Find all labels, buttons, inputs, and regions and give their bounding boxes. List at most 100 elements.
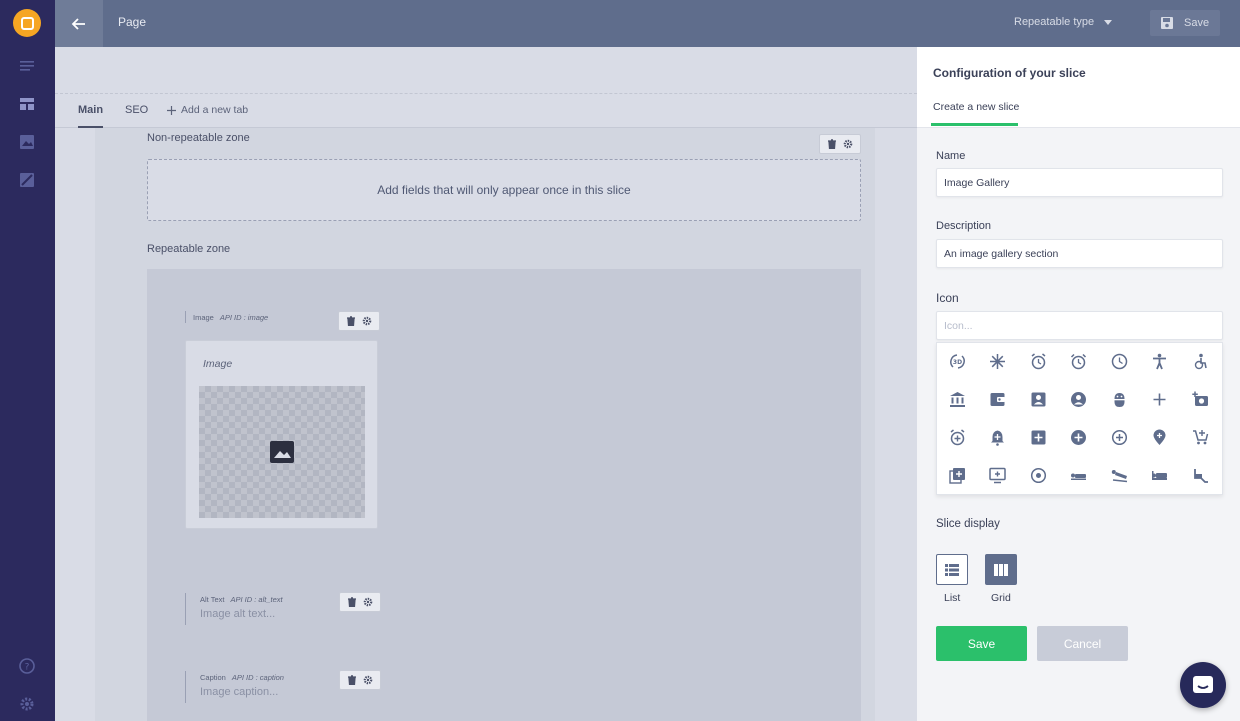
grid-view-icon — [994, 563, 1008, 576]
access-time-icon[interactable] — [1109, 351, 1129, 371]
panel-title: Configuration of your slice — [933, 66, 1086, 80]
non-repeatable-placeholder: Add fields that will only appear once in… — [377, 183, 631, 197]
settings-gear-icon[interactable] — [18, 695, 36, 713]
add-circle-icon[interactable] — [1068, 427, 1088, 447]
list-view-icon — [945, 563, 959, 576]
tabs-bar: Main SEO Add a new tab — [55, 93, 917, 128]
repeatable-zone-label: Repeatable zone — [147, 243, 231, 255]
trash-icon[interactable] — [827, 139, 837, 149]
field-header-caption: Caption API ID : caption — [200, 673, 284, 682]
main-area: Main SEO Add a new tab Non-repeatable zo… — [55, 47, 917, 721]
chat-icon — [1193, 676, 1213, 693]
trash-icon[interactable] — [347, 675, 357, 685]
arrow-left-icon — [71, 17, 85, 30]
name-label: Name — [936, 150, 966, 162]
airline-seat-flat-angled-icon[interactable] — [1109, 465, 1129, 485]
slice-display-label: Slice display — [936, 518, 1000, 530]
image-card-title: Image — [203, 358, 233, 370]
add-tab-button[interactable]: Add a new tab — [167, 104, 248, 116]
icon-picker-grid: 3D — [936, 342, 1223, 495]
adjust-icon[interactable] — [1028, 465, 1048, 485]
account-balance-icon[interactable] — [947, 389, 967, 409]
repeatable-type-label: Repeatable type — [1014, 16, 1095, 28]
zone-actions — [819, 134, 861, 154]
tab-create-slice[interactable]: Create a new slice — [933, 101, 1019, 113]
gear-icon[interactable] — [843, 139, 853, 149]
photo-size-icon[interactable] — [18, 171, 36, 189]
list-icon[interactable] — [18, 57, 36, 75]
save-button[interactable]: Save — [936, 626, 1027, 661]
field-api-id: API ID : alt_text — [230, 595, 283, 604]
repeatable-type-dropdown[interactable]: Repeatable type — [1014, 16, 1113, 28]
add-box-icon[interactable] — [1028, 427, 1048, 447]
image-icon — [270, 441, 294, 463]
field-divider — [185, 593, 186, 625]
display-grid-button[interactable] — [985, 554, 1017, 585]
add-location-icon[interactable] — [1149, 427, 1169, 447]
non-repeatable-dropzone[interactable]: Add fields that will only appear once in… — [147, 159, 861, 221]
field-actions-alt-text — [339, 592, 381, 612]
add-to-queue-icon[interactable] — [987, 465, 1007, 485]
save-top-button[interactable]: Save — [1150, 10, 1220, 36]
adb-icon[interactable] — [1109, 389, 1129, 409]
gear-icon[interactable] — [362, 316, 372, 326]
chevron-down-icon — [1104, 19, 1113, 25]
trash-icon[interactable] — [347, 597, 357, 607]
field-api-id: API ID : caption — [231, 673, 284, 682]
account-circle-icon[interactable] — [1068, 389, 1088, 409]
image-icon[interactable] — [18, 133, 36, 151]
gear-icon[interactable] — [363, 675, 373, 685]
active-tab-indicator — [931, 123, 1018, 126]
ac-unit-icon[interactable] — [987, 351, 1007, 371]
add-circle-outline-icon[interactable] — [1109, 427, 1129, 447]
display-list-label: List — [944, 592, 961, 604]
tab-seo[interactable]: SEO — [125, 104, 148, 116]
display-grid-label: Grid — [991, 592, 1011, 604]
access-alarms-icon[interactable] — [1068, 351, 1088, 371]
field-divider — [185, 311, 186, 323]
airline-seat-individual-suite-icon[interactable] — [1149, 465, 1169, 485]
top-bar: Page Repeatable type Save — [55, 0, 1240, 47]
account-balance-wallet-icon[interactable] — [987, 389, 1007, 409]
app-logo[interactable] — [13, 9, 41, 37]
add-alert-icon[interactable] — [987, 427, 1007, 447]
image-placeholder[interactable] — [199, 386, 365, 518]
airline-seat-legroom-extra-icon[interactable] — [1190, 465, 1210, 485]
gear-icon[interactable] — [363, 597, 373, 607]
add-alarm-icon[interactable] — [947, 427, 967, 447]
trash-icon[interactable] — [346, 316, 356, 326]
access-alarm-icon[interactable] — [1028, 351, 1048, 371]
chat-launcher-button[interactable] — [1180, 662, 1226, 708]
cancel-button[interactable]: Cancel — [1037, 626, 1128, 661]
account-box-icon[interactable] — [1028, 389, 1048, 409]
accessibility-icon[interactable] — [1149, 351, 1169, 371]
name-input[interactable]: Image Gallery — [936, 168, 1223, 197]
3d-rotation-icon[interactable]: 3D — [947, 351, 967, 371]
field-name: Image — [193, 313, 214, 322]
add-to-photos-icon[interactable] — [947, 465, 967, 485]
alt-text-placeholder[interactable]: Image alt text... — [200, 608, 275, 620]
svg-text:?: ? — [25, 663, 30, 673]
caption-placeholder[interactable]: Image caption... — [200, 686, 278, 698]
floppy-disk-icon — [1161, 17, 1173, 29]
add-tab-label: Add a new tab — [181, 104, 249, 116]
field-header-image: Image API ID : image — [193, 313, 268, 322]
field-actions-image — [338, 311, 380, 331]
left-rail: ? — [0, 0, 55, 721]
description-label: Description — [936, 220, 992, 232]
save-top-label: Save — [1184, 17, 1210, 29]
add-a-photo-icon[interactable] — [1190, 389, 1210, 409]
tab-main[interactable]: Main — [78, 104, 103, 116]
layout-icon[interactable] — [18, 95, 36, 113]
airline-seat-flat-icon[interactable] — [1068, 465, 1088, 485]
help-icon[interactable]: ? — [18, 657, 36, 675]
back-button[interactable] — [55, 0, 103, 47]
panel-header: Configuration of your slice Create a new… — [917, 47, 1240, 128]
display-list-button[interactable] — [936, 554, 968, 585]
accessible-icon[interactable] — [1190, 351, 1210, 371]
icon-search-input[interactable]: Icon... — [936, 311, 1223, 340]
add-shopping-cart-icon[interactable] — [1190, 427, 1210, 447]
description-input[interactable]: An image gallery section — [936, 239, 1223, 268]
add-icon[interactable] — [1149, 389, 1169, 409]
image-field-card[interactable]: Image — [185, 340, 378, 529]
